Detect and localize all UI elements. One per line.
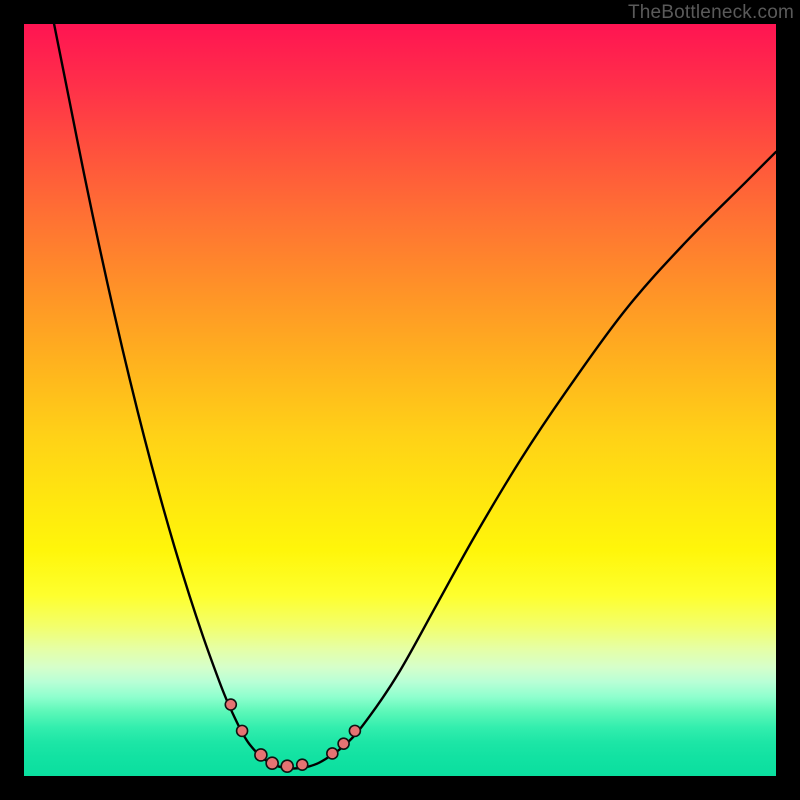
chart-curve [54,24,776,769]
watermark-text: TheBottleneck.com [628,2,794,24]
chart-marker [338,738,349,749]
chart-marker [281,760,293,772]
chart-svg [24,24,776,776]
chart-marker [327,748,338,759]
chart-markers [225,699,360,772]
chart-stage: TheBottleneck.com [0,0,800,800]
chart-marker [237,725,248,736]
chart-marker [266,757,278,769]
chart-marker [225,699,236,710]
chart-marker [297,759,308,770]
chart-plot-area [24,24,776,776]
chart-marker [255,749,267,761]
chart-marker [349,725,360,736]
